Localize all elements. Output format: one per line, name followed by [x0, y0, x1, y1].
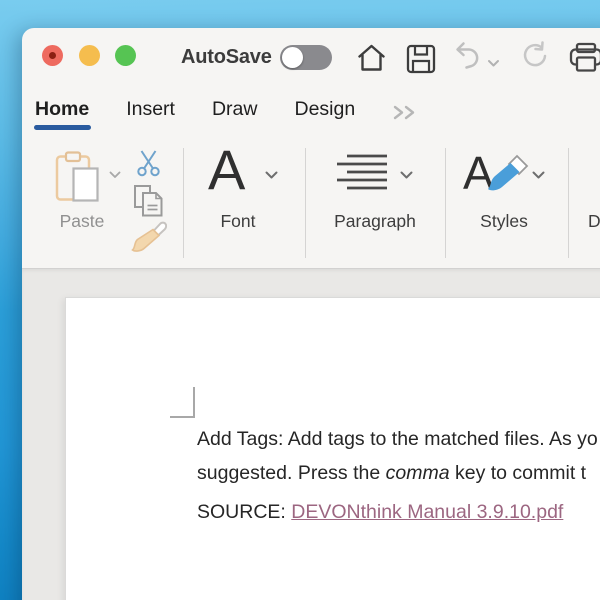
toggle-knob [282, 47, 303, 68]
styles-group-label[interactable]: Styles [459, 211, 549, 232]
tab-draw[interactable]: Draw [212, 88, 258, 130]
copy-icon[interactable] [132, 184, 165, 224]
font-group-icon[interactable]: A [208, 140, 245, 200]
ribbon-tab-bar: Home Insert Draw Design [22, 88, 600, 140]
paragraph-group-icon[interactable] [335, 153, 389, 198]
margin-corner-mark [170, 387, 195, 418]
home-icon[interactable] [354, 42, 389, 80]
paste-icon[interactable] [55, 151, 101, 212]
group-divider [568, 148, 569, 258]
paragraph-line-1: Add Tags: Add tags to the matched files.… [197, 428, 598, 450]
undo-icon[interactable] [451, 40, 482, 76]
document-page[interactable]: Add Tags: Add tags to the matched files.… [65, 297, 600, 600]
undo-menu-chevron-icon[interactable] [487, 55, 500, 73]
paragraph-line-2: suggested. Press the comma key to commit… [197, 462, 587, 484]
ribbon: Paste A Font Paragraph A Styles D [22, 140, 600, 269]
group-divider [445, 148, 446, 258]
source-link[interactable]: DEVONthink Manual 3.9.10.pdf [291, 501, 563, 523]
italic-word: comma [385, 462, 450, 484]
styles-brush-icon[interactable] [484, 154, 530, 201]
paste-button-label[interactable]: Paste [40, 211, 124, 232]
paragraph-group-label[interactable]: Paragraph [325, 211, 425, 232]
styles-menu-chevron-icon[interactable] [532, 167, 545, 185]
autosave-toggle[interactable] [280, 45, 332, 70]
tab-home-label: Home [35, 98, 90, 120]
source-label: SOURCE: [197, 501, 292, 523]
tab-design[interactable]: Design [294, 88, 355, 130]
title-bar: AutoSave [22, 28, 600, 88]
font-group-label[interactable]: Font [198, 211, 278, 232]
redo-icon[interactable] [519, 41, 550, 77]
dictate-group-label-partial[interactable]: D [588, 211, 600, 232]
close-button[interactable] [42, 45, 63, 66]
autosave-label: AutoSave [181, 46, 272, 68]
print-icon[interactable] [568, 42, 600, 78]
zoom-button[interactable] [115, 45, 136, 66]
tab-home[interactable]: Home [34, 88, 92, 130]
group-divider [183, 148, 184, 258]
active-tab-underline [34, 125, 92, 130]
source-line: SOURCE: DEVONthink Manual 3.9.10.pdf [197, 495, 598, 529]
group-divider [305, 148, 306, 258]
paragraph-menu-chevron-icon[interactable] [400, 167, 413, 185]
format-painter-icon[interactable] [130, 221, 168, 258]
word-window: AutoSave Home Insert Draw Design Paste A… [22, 28, 600, 600]
document-text[interactable]: Add Tags: Add tags to the matched files.… [197, 422, 598, 529]
save-icon[interactable] [405, 43, 437, 80]
document-workspace: Add Tags: Add tags to the matched files.… [22, 269, 600, 600]
font-menu-chevron-icon[interactable] [265, 167, 278, 185]
cut-icon[interactable] [136, 149, 161, 182]
tab-overflow-chevron-icon[interactable] [392, 104, 419, 126]
minimize-button[interactable] [79, 45, 100, 66]
tab-insert[interactable]: Insert [126, 88, 175, 130]
paste-menu-chevron-icon[interactable] [109, 166, 121, 184]
desktop-wallpaper: AutoSave Home Insert Draw Design Paste A… [0, 0, 600, 600]
